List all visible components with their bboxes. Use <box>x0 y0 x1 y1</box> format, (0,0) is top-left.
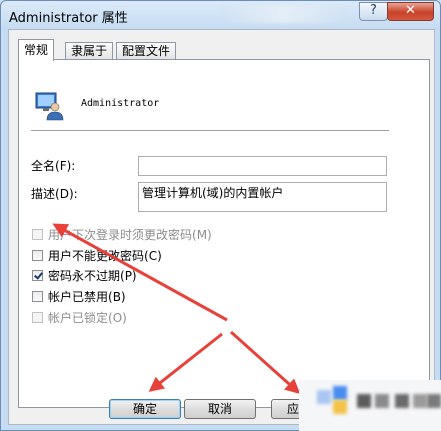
properties-window: Administrator 属性 ? ✕ 常规 隶属于 配置文件 Adminis… <box>0 0 441 431</box>
help-button[interactable]: ? <box>359 2 388 21</box>
window-title: Administrator 属性 <box>9 11 128 26</box>
full-name-label: 全名(F): <box>31 159 76 173</box>
ok-button[interactable]: 确定 <box>109 399 181 419</box>
pixelated-watermark <box>299 380 441 431</box>
checkbox-box[interactable] <box>32 269 43 281</box>
user-icon <box>35 92 64 121</box>
checkbox-box[interactable] <box>32 290 43 302</box>
checkbox-label: 帐户已锁定(O) <box>48 310 127 325</box>
cancel-button[interactable]: 取消 <box>184 399 256 419</box>
username-label: Administrator <box>81 98 160 109</box>
checkbox-box[interactable] <box>32 311 43 323</box>
checkbox-account-locked[interactable]: 帐户已锁定(O) <box>32 309 127 325</box>
checkbox-box[interactable] <box>32 249 43 261</box>
checkbox-cannot-change-password[interactable]: 用户不能更改密码(C) <box>32 247 162 263</box>
checkbox-account-disabled[interactable]: 帐户已禁用(B) <box>32 288 126 304</box>
general-tab-panel: Administrator 全名(F): 描述(D): 管理计算机(域)的内置帐… <box>18 59 430 408</box>
description-field[interactable]: 管理计算机(域)的内置帐户 <box>138 182 387 212</box>
full-name-field[interactable] <box>138 156 387 176</box>
checkbox-must-change-password[interactable]: 用户下次登录时须更改密码(M) <box>32 226 212 242</box>
checkbox-label: 用户不能更改密码(C) <box>48 248 162 263</box>
separator <box>31 130 389 132</box>
dialog-client-area: 常规 隶属于 配置文件 Administrator 全名(F): 描述(D): … <box>8 29 435 425</box>
tab-general[interactable]: 常规 <box>18 39 55 61</box>
checkbox-password-never-expires[interactable]: 密码永不过期(P) <box>32 267 137 283</box>
blurred-title-region <box>223 5 343 23</box>
tab-profile[interactable]: 配置文件 <box>116 42 177 60</box>
checkbox-label: 密码永不过期(P) <box>48 268 137 283</box>
description-label: 描述(D): <box>31 187 78 201</box>
close-button[interactable]: ✕ <box>387 2 434 21</box>
tab-member-of[interactable]: 隶属于 <box>65 42 114 60</box>
checkbox-label: 帐户已禁用(B) <box>48 289 126 304</box>
checkbox-label: 用户下次登录时须更改密码(M) <box>48 227 212 242</box>
title-bar[interactable]: Administrator 属性 ? ✕ <box>1 1 440 29</box>
checkbox-box[interactable] <box>32 228 43 240</box>
